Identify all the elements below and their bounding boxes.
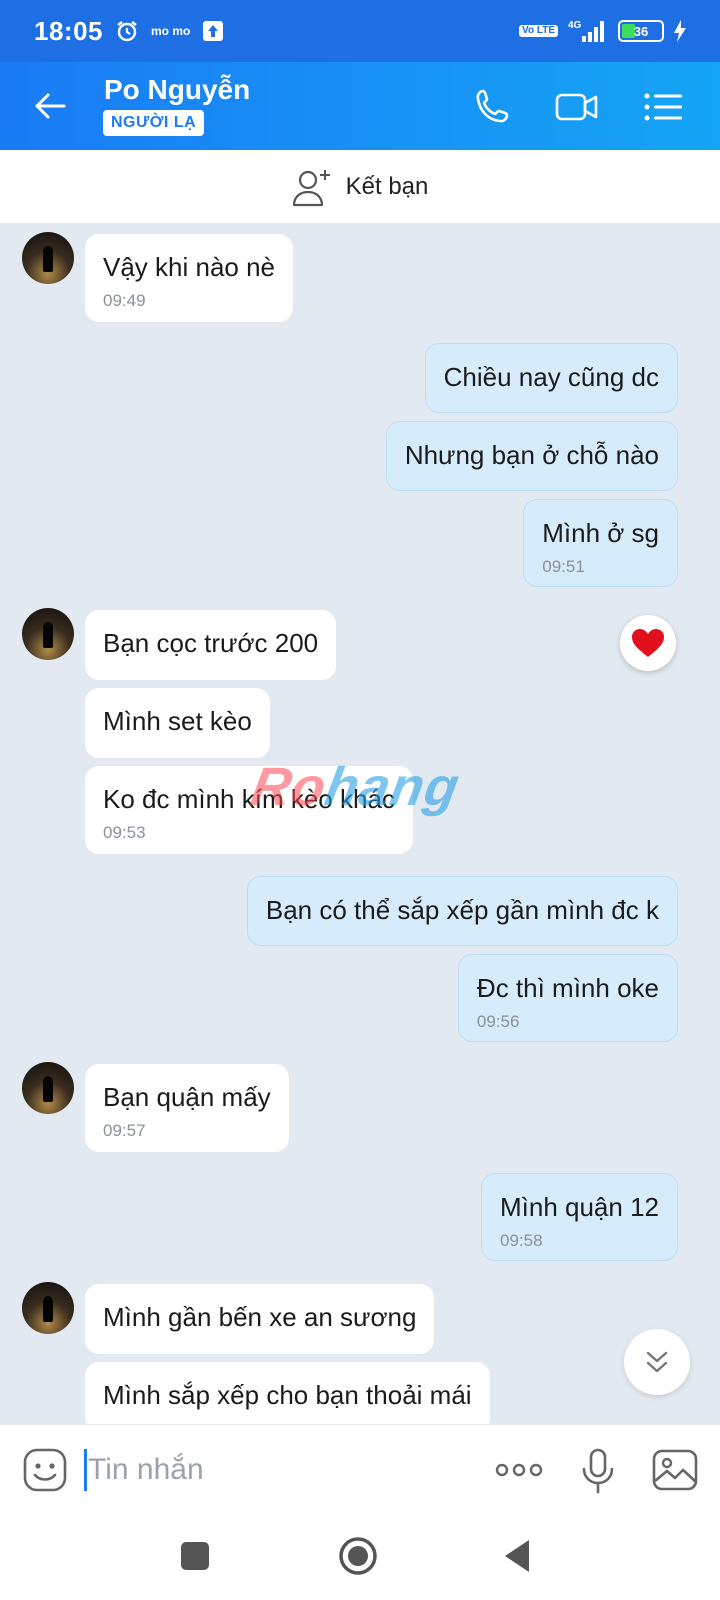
message-time: 09:49 (103, 291, 146, 310)
message-time: 09:58 (499, 1231, 543, 1250)
message-text: Bạn có thể sắp xếp gần mình đc k (265, 895, 659, 925)
message-bubble-outgoing[interactable]: Mình ở sg 09:51 (523, 499, 678, 587)
avatar[interactable] (22, 1062, 74, 1114)
stranger-badge: NGƯỜI LẠ (103, 110, 205, 136)
message-bubble-outgoing[interactable]: Chiều nay cũng dc (424, 343, 678, 413)
message-time: 09:51 (542, 557, 585, 576)
svg-text:4G: 4G (568, 20, 582, 31)
double-chevron-down-icon (646, 1351, 668, 1373)
reaction-badge[interactable] (620, 615, 676, 671)
signal-icon: 4G (568, 20, 604, 42)
add-friend-label: Kết bạn (345, 172, 429, 200)
avatar[interactable] (22, 1282, 74, 1334)
video-call-icon[interactable] (554, 84, 600, 130)
avatar[interactable] (22, 608, 74, 660)
message-bubble-incoming[interactable]: Bạn quận mấy 09:57 (85, 1064, 289, 1152)
message-text: Mình gần bến xe an sương (103, 1302, 417, 1332)
message-text: Chiều nay cũng dc (443, 362, 659, 392)
add-friend-button[interactable]: Kết bạn (0, 150, 720, 224)
image-gallery-icon[interactable] (652, 1449, 698, 1491)
menu-icon[interactable] (640, 84, 686, 130)
message-bubble-incoming[interactable]: Mình gần bến xe an sương (85, 1284, 435, 1354)
message-list[interactable]: Vậy khi nào nè 09:49 Chiều nay cũng dc N… (0, 224, 720, 1424)
message-text: Mình ở sg (542, 518, 659, 548)
home-icon[interactable] (336, 1534, 380, 1578)
charging-icon (674, 20, 686, 42)
message-text: Mình quận 12 (499, 1192, 659, 1222)
avatar[interactable] (22, 232, 74, 284)
watermark-part2: hang (320, 757, 465, 817)
upload-icon (203, 21, 224, 41)
message-bubble-outgoing[interactable]: Đc thì mình oke 09:56 (457, 954, 678, 1042)
message-text: Mình sắp xếp cho bạn thoải mái (103, 1380, 472, 1410)
alarm-icon (117, 21, 137, 42)
scroll-to-bottom-button[interactable] (624, 1329, 690, 1395)
message-text: Đc thì mình oke (476, 973, 659, 1003)
message-bubble-incoming[interactable]: Mình sắp xếp cho bạn thoải mái (85, 1362, 490, 1424)
more-icon[interactable] (494, 1455, 544, 1485)
volte-icon: Vo LTE (519, 25, 558, 37)
back-icon[interactable] (497, 1534, 541, 1578)
watermark: Rohang (247, 756, 465, 818)
phone-icon[interactable] (470, 84, 516, 130)
chat-header: Po Nguyễn NGƯỜI LẠ (0, 62, 720, 150)
battery-level: 36 (633, 23, 649, 39)
recent-apps-icon[interactable] (173, 1534, 217, 1578)
message-time: 09:57 (103, 1121, 146, 1140)
microphone-icon[interactable] (578, 1447, 618, 1495)
message-time: 09:56 (476, 1012, 520, 1031)
back-arrow-icon[interactable] (30, 86, 70, 126)
message-bubble-incoming[interactable]: Mình set kèo (85, 688, 270, 758)
status-bar: 18:05 mo mo Vo LTE 4G 36 (0, 0, 720, 62)
message-text: Bạn quận mấy (103, 1082, 271, 1112)
momo-icon: mo mo (151, 23, 191, 38)
add-person-icon (292, 169, 330, 206)
message-text: Nhưng bạn ở chỗ nào (404, 440, 659, 470)
message-bubble-outgoing[interactable]: Nhưng bạn ở chỗ nào (385, 421, 678, 491)
system-navigation-bar (0, 1514, 720, 1600)
watermark-part1: Ro (246, 757, 332, 817)
message-time: 09:53 (103, 823, 146, 842)
heart-icon (632, 629, 664, 657)
message-input[interactable] (84, 1445, 464, 1495)
message-text: Mình set kèo (103, 706, 252, 736)
message-bubble-outgoing[interactable]: Mình quận 12 09:58 (480, 1173, 678, 1261)
message-composer (0, 1424, 720, 1514)
sticker-icon[interactable] (22, 1447, 68, 1493)
battery-icon: 36 (618, 20, 664, 42)
contact-name[interactable]: Po Nguyễn (104, 74, 250, 106)
message-bubble-outgoing[interactable]: Bạn có thể sắp xếp gần mình đc k (246, 876, 678, 946)
message-text: Bạn cọc trước 200 (103, 628, 319, 658)
message-text: Vậy khi nào nè (103, 252, 276, 282)
message-bubble-incoming[interactable]: Bạn cọc trước 200 (85, 610, 337, 680)
status-time: 18:05 (34, 15, 103, 46)
message-bubble-incoming[interactable]: Vậy khi nào nè 09:49 (85, 234, 294, 322)
